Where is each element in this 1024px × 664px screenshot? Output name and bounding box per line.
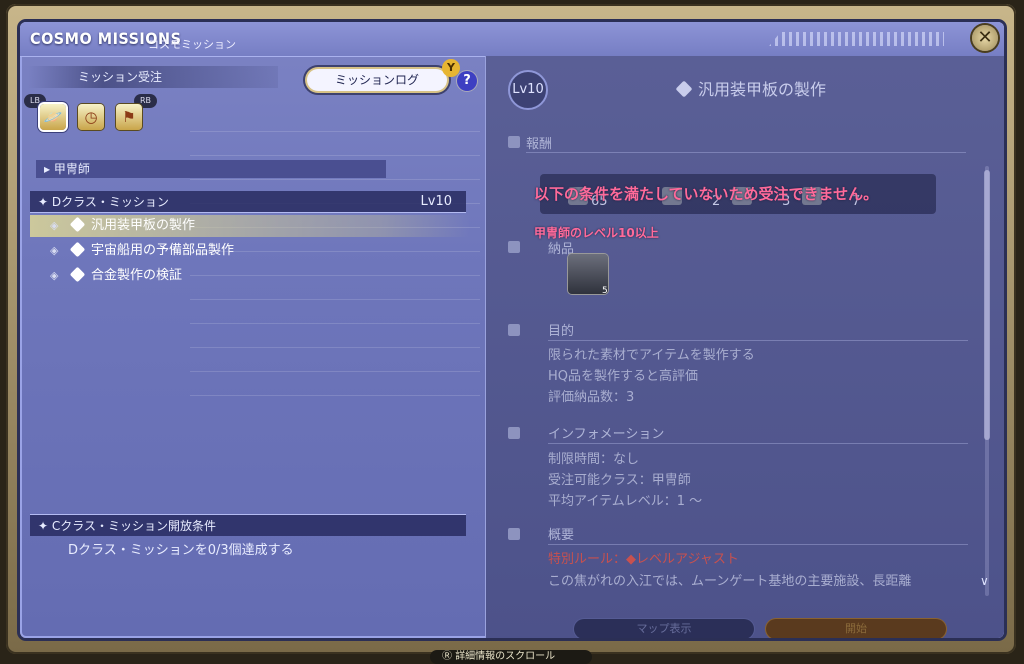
cosmo-missions-window: COSMO MISSIONS コスモミッション ✕ ミッション受注 ミッションロ… <box>20 22 1004 638</box>
planet-icon[interactable]: 🪐 <box>40 104 66 130</box>
rank-header-label: Dクラス・ミッション <box>51 195 169 209</box>
mission-accept-tab: ミッション受注 <box>28 66 278 88</box>
info-line: 受注可能クラス：甲冑師 <box>548 473 691 488</box>
mission-diamond-icon <box>69 241 86 258</box>
special-rule-value: レベルアジャスト <box>636 552 739 567</box>
sparkle-icon: ✦ <box>38 195 52 209</box>
detail-mission-title-text: 汎用装甲板の製作 <box>698 80 827 99</box>
delivery-count: 5 <box>602 286 608 296</box>
close-icon[interactable]: ✕ <box>972 25 998 51</box>
objective-line: 限られた素材でアイテムを製作する <box>548 348 755 363</box>
clock-icon[interactable]: ◷ <box>78 104 104 130</box>
detail-mission-title: 汎用装甲板の製作 <box>675 76 827 100</box>
info-line: 平均アイテムレベル：1 ～ <box>548 494 703 509</box>
rewards-heading: 報酬 <box>526 137 553 152</box>
divider <box>548 340 968 341</box>
start-button[interactable]: 開始 <box>766 619 946 638</box>
scroll-down-icon[interactable]: ∨ <box>980 574 989 588</box>
window-subtitle: コスモミッション <box>148 38 236 51</box>
divider <box>526 152 966 153</box>
objective-icon <box>508 324 520 336</box>
mission-detail-pane: Lv10 汎用装甲板の製作 報酬 65 2 3 7 以下の条件を満たしていないた… <box>485 56 1004 638</box>
delivery-icon <box>508 241 520 253</box>
unlock-header-label: Cクラス・ミッション開放条件 <box>51 519 217 533</box>
map-button[interactable]: マップ表示 <box>574 619 754 638</box>
mission-log-button[interactable]: ミッションログ <box>307 69 447 91</box>
special-rule-diamond-icon: ◆ <box>626 552 637 567</box>
overview-heading: 概要 <box>548 528 575 543</box>
scrollbar-thumb[interactable] <box>984 170 990 440</box>
mission-diamond-icon <box>675 80 693 98</box>
mission-name: 宇宙船用の予備部品製作 <box>91 243 235 258</box>
scroll-details-hint: Ⓡ 詳細情報のスクロール <box>430 650 592 664</box>
divider <box>548 443 968 444</box>
divider <box>548 544 968 545</box>
alarm-icon[interactable]: ⚑ <box>116 104 142 130</box>
info-heading: インフォメーション <box>548 427 665 442</box>
c-rank-unlock-header: ✦ Cクラス・ミッション開放条件 <box>30 514 466 536</box>
cursor-hand-icon: ☛ <box>20 215 30 233</box>
title-bar: COSMO MISSIONS コスモミッション ✕ <box>20 22 1004 57</box>
info-line: 制限時間：なし <box>548 452 640 467</box>
mission-name: 汎用装甲板の製作 <box>91 218 196 233</box>
reward-icon <box>508 136 520 148</box>
objective-line: 評価納品数：3 <box>548 390 635 405</box>
mission-rank-icon: ◈ <box>50 219 59 232</box>
d-rank-header: ✦ Dクラス・ミッション Lv10 <box>30 191 466 213</box>
mission-name: 合金製作の検証 <box>91 268 183 283</box>
y-button-badge: Y <box>442 59 460 77</box>
mission-item-0[interactable]: ◈ 汎用装甲板の製作 <box>30 215 470 237</box>
job-name: 甲冑師 <box>53 162 90 176</box>
mission-diamond-icon <box>69 216 86 233</box>
mission-list-pane: ミッション受注 ミッションログ Y ? LB RB 🪐 ◷ ⚑ ▸ 甲冑師 ✦ … <box>20 56 484 638</box>
level-badge: Lv10 <box>508 70 548 110</box>
mission-item-2[interactable]: ◈ 合金製作の検証 <box>30 265 470 287</box>
special-rule: 特別ルール：◆レベルアジャスト <box>548 548 739 567</box>
mission-rank-icon: ◈ <box>50 269 59 282</box>
objective-heading: 目的 <box>548 324 575 339</box>
scroll-details-label: 詳細情報のスクロール <box>455 651 556 662</box>
mission-diamond-icon <box>69 266 86 283</box>
rank-level: Lv10 <box>420 194 452 209</box>
objective-line: HQ品を製作すると高評価 <box>548 369 699 384</box>
sparkle-icon: ✦ <box>38 519 52 533</box>
overview-icon <box>508 528 520 540</box>
overview-text: この焦がれの入江では、ムーンゲート基地の主要施設、長距離 <box>548 574 912 589</box>
cannot-accept-message: 以下の条件を満たしていないため受注できません。 <box>534 185 879 203</box>
help-icon[interactable]: ? <box>457 71 477 91</box>
mission-item-1[interactable]: ◈ 宇宙船用の予備部品製作 <box>30 240 470 262</box>
job-selector[interactable]: ▸ 甲冑師 <box>36 160 386 178</box>
title-decoration <box>769 32 944 46</box>
unlock-condition: Dクラス・ミッションを0/3個達成する <box>68 543 294 558</box>
controller-button-icon: Ⓡ <box>442 651 456 662</box>
special-rule-label: 特別ルール： <box>548 552 627 567</box>
mission-rank-icon: ◈ <box>50 244 59 257</box>
info-icon <box>508 427 520 439</box>
expand-arrow-icon: ▸ <box>44 162 54 176</box>
